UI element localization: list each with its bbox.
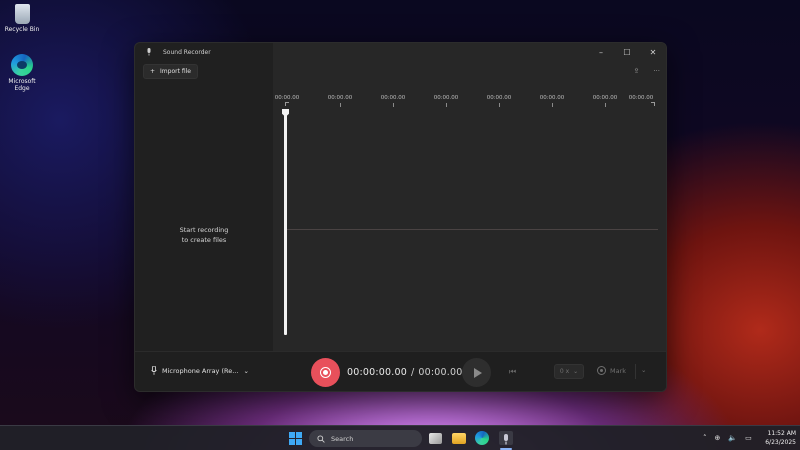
file-explorer-icon[interactable] bbox=[452, 433, 466, 444]
playhead[interactable] bbox=[284, 109, 287, 335]
timeline-tick bbox=[499, 103, 500, 107]
system-tray: ˄ ⊕ 🔈 ▭ bbox=[703, 434, 752, 442]
play-button[interactable] bbox=[462, 358, 491, 387]
timeline-label: 00:00.00 bbox=[628, 95, 654, 101]
timeline-label: 00:00.00 bbox=[592, 95, 618, 101]
import-file-button[interactable]: + Import file bbox=[143, 64, 198, 79]
clock-date: 6/23/2025 bbox=[765, 439, 796, 446]
taskbar-search[interactable]: Search bbox=[309, 430, 422, 447]
minimize-button[interactable]: – bbox=[588, 43, 614, 61]
timeline-tick bbox=[393, 103, 394, 107]
window-title: Sound Recorder bbox=[163, 48, 211, 56]
microphone-label: Microphone Array (Re... bbox=[162, 366, 239, 375]
timeline-bracket-end bbox=[651, 102, 655, 106]
microphone-icon bbox=[145, 48, 153, 56]
recordings-pane: + Import file Start recording to create … bbox=[135, 61, 273, 351]
search-label: Search bbox=[331, 434, 354, 443]
timeline-label: 00:00.00 bbox=[486, 95, 512, 101]
window-controls: – ☐ ✕ bbox=[588, 43, 666, 61]
desktop-icon-recycle-bin[interactable]: Recycle Bin bbox=[0, 4, 44, 33]
timeline-label: 00:00.00 bbox=[327, 95, 353, 101]
microphone-icon bbox=[151, 366, 157, 375]
microphone-selector[interactable]: Microphone Array (Re... ⌄ bbox=[151, 366, 249, 375]
sound-recorder-window: + Import file Start recording to create … bbox=[134, 42, 667, 392]
timeline-tick bbox=[552, 103, 553, 107]
chevron-down-icon[interactable]: ⌄ bbox=[641, 366, 646, 374]
share-icon[interactable]: ⇪ bbox=[633, 67, 639, 75]
mark-icon bbox=[597, 366, 606, 375]
waveform-baseline bbox=[287, 229, 658, 230]
playback-speed-label: 0 x bbox=[559, 368, 570, 375]
timeline-label: 00:00.00 bbox=[433, 95, 459, 101]
clock-time: 11:52 AM bbox=[767, 430, 796, 437]
desktop-icon-edge[interactable]: Microsoft Edge bbox=[0, 54, 44, 92]
timeline-label: 00:00.00 bbox=[539, 95, 565, 101]
more-options-icon[interactable]: ··· bbox=[653, 67, 660, 75]
time-separator: / bbox=[410, 367, 415, 378]
record-icon bbox=[320, 367, 331, 378]
import-file-label: Import file bbox=[160, 68, 191, 75]
skip-back-icon[interactable]: ⏮ bbox=[509, 367, 516, 377]
total-time: 00:00.00 bbox=[418, 367, 463, 378]
timeline-bracket-start bbox=[285, 102, 289, 106]
empty-state-message: Start recording to create files bbox=[179, 226, 229, 244]
task-view-icon[interactable] bbox=[429, 433, 442, 444]
recycle-bin-icon bbox=[14, 4, 30, 24]
timeline-label: 00:00.00 bbox=[380, 95, 406, 101]
play-icon bbox=[473, 367, 482, 378]
record-button[interactable] bbox=[311, 358, 340, 387]
elapsed-time: 00:00:00.00 bbox=[347, 367, 407, 378]
desktop-icon-label: Microsoft Edge bbox=[8, 78, 36, 92]
edge-icon bbox=[11, 54, 33, 76]
chevron-down-icon: ⌄ bbox=[573, 368, 579, 375]
chevron-up-icon[interactable]: ˄ bbox=[703, 434, 707, 442]
top-actions: ⇪ ··· bbox=[633, 67, 660, 75]
sound-recorder-taskbar-icon[interactable] bbox=[499, 431, 513, 445]
edge-icon[interactable] bbox=[475, 431, 489, 445]
mark-label: Mark bbox=[610, 366, 627, 375]
timeline-label: 00:00.00 bbox=[274, 95, 300, 101]
timeline-tick bbox=[605, 103, 606, 107]
taskbar: Search ˄ ⊕ 🔈 ▭ 11:52 AM 6/23/2025 bbox=[0, 425, 800, 450]
windows-start-icon[interactable] bbox=[289, 432, 302, 445]
title-bar: Sound Recorder – ☐ ✕ bbox=[135, 43, 666, 61]
waveform-pane: ⇪ ··· 00:00.00 00:00.00 00:00.00 00:00.0… bbox=[273, 43, 666, 351]
time-readout: 00:00:00.00/00:00.00 bbox=[347, 367, 462, 378]
mark-button[interactable]: Mark bbox=[597, 366, 626, 375]
maximize-button[interactable]: ☐ bbox=[614, 43, 640, 61]
desktop-icon-label: Recycle Bin bbox=[4, 26, 40, 33]
speaker-icon[interactable]: 🔈 bbox=[728, 434, 737, 442]
divider bbox=[635, 364, 636, 379]
clock[interactable]: 11:52 AM 6/23/2025 bbox=[760, 429, 796, 447]
playback-speed-button[interactable]: 0 x ⌄ bbox=[554, 364, 584, 379]
transport-bar: Microphone Array (Re... ⌄ 00:00:00.00/00… bbox=[135, 351, 666, 391]
search-icon bbox=[317, 434, 325, 443]
timeline-tick bbox=[340, 103, 341, 107]
plus-icon: + bbox=[150, 68, 156, 75]
battery-icon[interactable]: ▭ bbox=[745, 434, 752, 442]
timeline-ruler: 00:00.00 00:00.00 00:00.00 00:00.00 00:0… bbox=[275, 95, 657, 109]
close-button[interactable]: ✕ bbox=[640, 43, 666, 61]
timeline-tick bbox=[446, 103, 447, 107]
chevron-down-icon: ⌄ bbox=[243, 366, 249, 375]
network-icon[interactable]: ⊕ bbox=[715, 434, 721, 442]
